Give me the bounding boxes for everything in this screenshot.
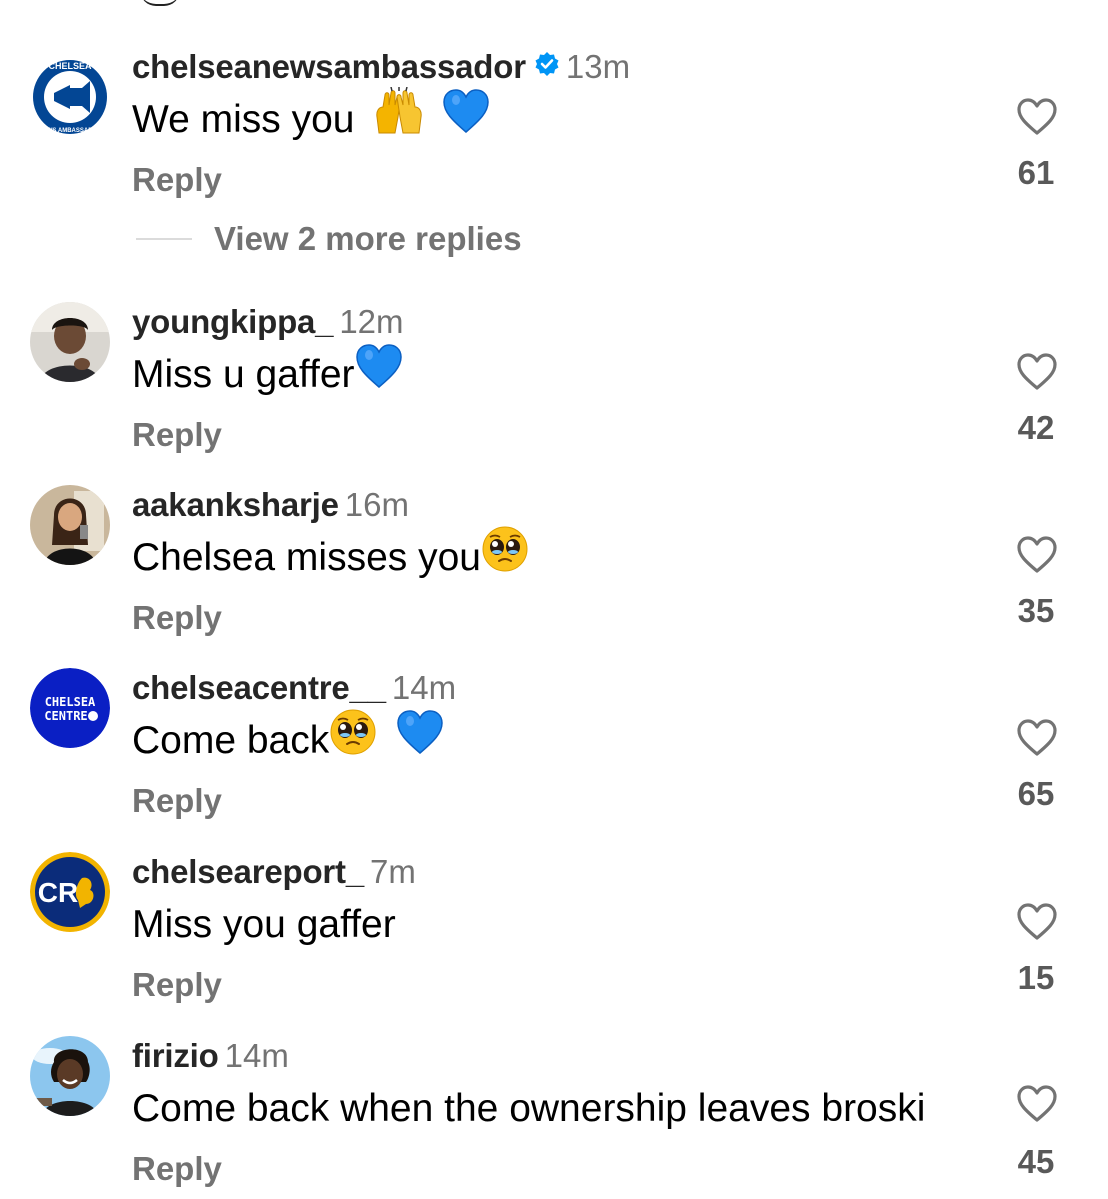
avatar[interactable]: CHELSEA NEWS AMBASSADOR	[30, 57, 110, 137]
avatar-logo-subtext: NEWS AMBASSADOR	[38, 128, 102, 134]
comment-timestamp: 7m	[370, 853, 416, 890]
comment-item: firizio 14m Come back when the ownership …	[0, 1036, 1108, 1189]
person-photo	[30, 485, 110, 565]
comment-text: Miss u gaffer	[132, 353, 355, 396]
avatar-logo-text: CR	[38, 877, 78, 908]
comment-body: Chelsea misses you	[132, 526, 529, 583]
comment-body: Miss u gaffer	[132, 344, 403, 400]
comment-body: We miss you	[132, 87, 490, 145]
comment-timestamp: 14m	[391, 669, 457, 706]
verified-badge-icon	[534, 46, 560, 86]
view-more-replies-button[interactable]: View 2 more replies	[136, 219, 522, 259]
like-count: 61	[1017, 154, 1055, 191]
previous-content-edge	[140, 0, 180, 6]
comment-item: youngkippa_ 12m Miss u gaffer Reply 42	[0, 302, 1108, 455]
comment-item: aakanksharje 16m Chelsea misses you Reply…	[0, 485, 1108, 638]
like-count: 42	[1017, 409, 1055, 446]
blue-heart-emoji-icon	[442, 88, 490, 147]
pleading-face-emoji-icon	[329, 708, 377, 769]
avatar[interactable]: CHELSEA CENTRE	[30, 668, 110, 748]
comment-item: CR chelseareport_ 7m Miss you gaffer Repl…	[0, 852, 1108, 1005]
comment-body: Come back when the ownership leaves bros…	[132, 1084, 925, 1134]
avatar-logo-text: CHELSEA	[48, 61, 92, 71]
avatar-logo-text: CHELSEA	[45, 695, 96, 709]
username[interactable]: aakanksharje	[132, 486, 339, 523]
comment-text: Chelsea misses you	[132, 536, 481, 579]
comment-timestamp: 16m	[344, 486, 409, 523]
comment-text: Come back when the ownership leaves bros…	[132, 1087, 926, 1130]
pleading-face-emoji-icon	[481, 525, 529, 586]
reply-button[interactable]: Reply	[132, 598, 222, 638]
username[interactable]: firizio	[132, 1037, 219, 1074]
comment-timestamp: 14m	[224, 1037, 289, 1074]
comment-header: chelseareport_ 7m	[132, 852, 416, 892]
like-count: 35	[1017, 592, 1055, 629]
comment-header: youngkippa_ 12m	[132, 302, 404, 342]
comment-item: CHELSEA CENTRE chelseacentre__ 14m Come b…	[0, 668, 1108, 821]
reply-button[interactable]: Reply	[132, 160, 222, 200]
comment-text: We miss you	[132, 98, 355, 141]
avatar[interactable]: CR	[30, 852, 110, 932]
like-count: 45	[1017, 1143, 1055, 1180]
reply-button[interactable]: Reply	[132, 1149, 222, 1189]
comment-text: Come back	[132, 719, 330, 762]
reply-button[interactable]: Reply	[132, 965, 222, 1005]
view-replies-label: View 2 more replies	[214, 220, 522, 257]
raised-hands-emoji-icon	[373, 87, 425, 148]
username[interactable]: youngkippa_	[132, 303, 334, 340]
chelsea-news-ambassador-logo: CHELSEA NEWS AMBASSADOR	[30, 57, 110, 137]
person-photo	[30, 1036, 110, 1116]
comment-timestamp: 13m	[565, 48, 631, 85]
comment-text: Miss you gaffer	[132, 903, 396, 946]
heart-icon[interactable]	[1016, 718, 1058, 758]
comment-header: chelseacentre__ 14m	[132, 668, 456, 708]
reply-button[interactable]: Reply	[132, 415, 222, 455]
reply-button[interactable]: Reply	[132, 781, 222, 821]
username[interactable]: chelseareport_	[132, 853, 364, 890]
avatar[interactable]	[30, 302, 110, 382]
username[interactable]: chelseacentre__	[132, 669, 386, 706]
comment-body: Miss you gaffer	[132, 900, 396, 950]
avatar[interactable]	[30, 1036, 110, 1116]
replies-divider	[136, 238, 192, 240]
blue-heart-emoji-icon	[355, 343, 403, 402]
comment-header: chelseanewsambassador 13m	[132, 47, 630, 87]
comment-body: Come back	[132, 709, 444, 766]
comment-item: CHELSEA NEWS AMBASSADOR chelseanewsambas…	[0, 47, 1108, 257]
heart-icon[interactable]	[1016, 535, 1058, 575]
comment-header: aakanksharje 16m	[132, 485, 409, 525]
blue-heart-emoji-icon	[396, 709, 444, 768]
chelsea-centre-logo: CHELSEA CENTRE	[30, 668, 110, 748]
comment-timestamp: 12m	[339, 303, 404, 340]
heart-icon[interactable]	[1016, 1084, 1058, 1124]
username[interactable]: chelseanewsambassador	[132, 48, 526, 85]
person-photo	[30, 302, 110, 382]
chelsea-report-logo: CR	[30, 852, 110, 932]
heart-icon[interactable]	[1016, 97, 1058, 137]
avatar[interactable]	[30, 485, 110, 565]
like-count: 65	[1017, 775, 1055, 812]
like-count: 15	[1017, 959, 1055, 996]
comment-header: firizio 14m	[132, 1036, 289, 1076]
heart-icon[interactable]	[1016, 902, 1058, 942]
heart-icon[interactable]	[1016, 352, 1058, 392]
avatar-logo-subtext: CENTRE	[44, 709, 87, 723]
